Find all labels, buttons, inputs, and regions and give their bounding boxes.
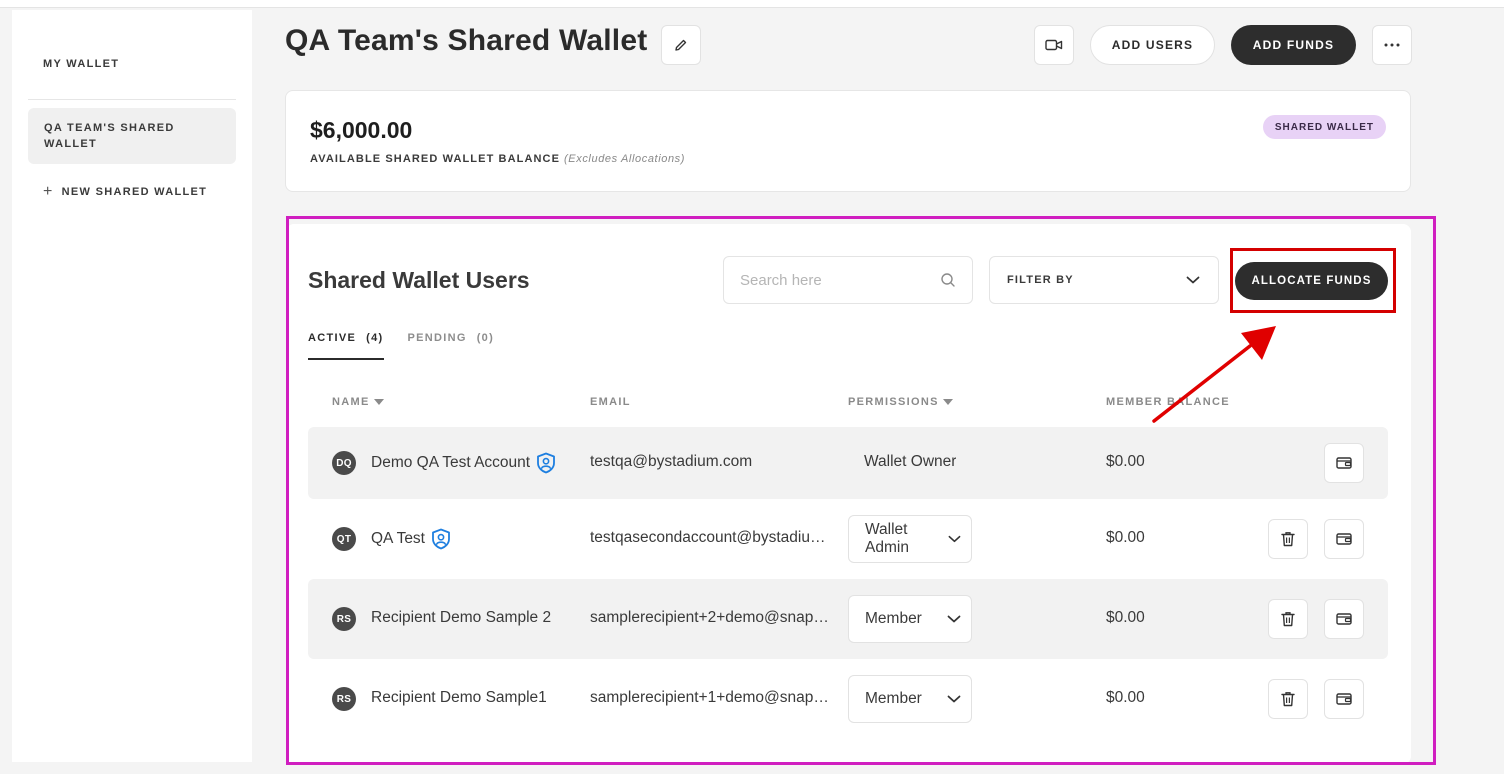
top-bar xyxy=(0,0,1504,8)
user-email: samplerecipient+2+demo@snappy.com xyxy=(590,609,835,626)
balance-label: AVAILABLE SHARED WALLET BALANCE (Excludes… xyxy=(310,153,685,165)
wallet-icon xyxy=(1336,457,1352,469)
user-email: samplerecipient+1+demo@snappy.com xyxy=(590,689,835,706)
column-header-permissions-label: PERMISSIONS xyxy=(848,396,939,408)
permission-select[interactable]: Wallet Admin xyxy=(848,515,972,563)
member-balance: $0.00 xyxy=(1106,529,1145,546)
wallet-action-button[interactable] xyxy=(1324,443,1364,483)
balance-card: $6,000.00 AVAILABLE SHARED WALLET BALANC… xyxy=(285,90,1411,192)
column-header-permissions[interactable]: PERMISSIONS xyxy=(848,396,953,408)
tab-active-count: (4) xyxy=(366,332,384,344)
permission-select[interactable]: Member xyxy=(848,595,972,643)
add-users-button[interactable]: ADD USERS xyxy=(1090,25,1215,65)
delete-user-button[interactable] xyxy=(1268,599,1308,639)
admin-shield-icon xyxy=(432,528,450,550)
user-name-text: QA Test xyxy=(371,530,425,547)
chevron-down-icon xyxy=(1186,276,1200,284)
column-header-email: EMAIL xyxy=(590,396,631,408)
sidebar-item-my-wallet[interactable]: MY WALLET xyxy=(43,56,251,72)
member-balance: $0.00 xyxy=(1106,689,1145,706)
user-name-text: Recipient Demo Sample 2 xyxy=(371,609,552,626)
shared-wallet-users-panel: Shared Wallet Users FILTER BY ALLOCATE F… xyxy=(286,224,1411,764)
admin-shield-icon xyxy=(537,452,556,474)
new-shared-wallet-label: NEW SHARED WALLET xyxy=(61,186,208,198)
sort-caret-icon xyxy=(942,399,953,405)
delete-user-button[interactable] xyxy=(1268,519,1308,559)
sidebar: MY WALLET QA TEAM'S SHARED WALLET + NEW … xyxy=(12,10,252,762)
user-email: testqa@bystadium.com xyxy=(590,453,753,470)
permission-value: Member xyxy=(865,690,922,707)
new-shared-wallet-button[interactable]: + NEW SHARED WALLET xyxy=(43,184,251,200)
search-icon xyxy=(941,273,955,287)
edit-title-button[interactable] xyxy=(661,25,701,65)
add-funds-button[interactable]: ADD FUNDS xyxy=(1231,25,1356,65)
balance-note: (Excludes Allocations) xyxy=(564,153,686,165)
user-name: QA Test xyxy=(371,528,451,550)
column-header-name-label: NAME xyxy=(332,396,370,408)
pencil-icon xyxy=(675,39,687,51)
tab-pending-count: (0) xyxy=(476,332,495,344)
tab-active-label: ACTIVE xyxy=(308,332,357,344)
sidebar-item-qa-team-wallet[interactable]: QA TEAM'S SHARED WALLET xyxy=(28,108,236,164)
user-name-text: Demo QA Test Account xyxy=(371,454,531,471)
member-balance: $0.00 xyxy=(1106,453,1145,470)
more-options-button[interactable] xyxy=(1372,25,1412,65)
wallet-icon xyxy=(1336,533,1352,545)
user-email: testqasecondaccount@bystadium.com xyxy=(590,529,835,546)
user-name: Demo QA Test Account xyxy=(371,452,556,474)
shared-wallet-badge: SHARED WALLET xyxy=(1262,115,1386,139)
more-icon xyxy=(1384,43,1400,47)
chevron-down-icon xyxy=(948,535,961,543)
table-row: QT QA Test testqasecondaccount@bystadium… xyxy=(308,503,1388,575)
user-status-tabs: ACTIVE (4) PENDING (0) xyxy=(308,332,494,360)
avatar: RS xyxy=(332,607,356,631)
tab-pending-label: PENDING xyxy=(407,332,467,344)
delete-user-button[interactable] xyxy=(1268,679,1308,719)
permission-value: Wallet Admin xyxy=(865,521,909,556)
tab-pending[interactable]: PENDING (0) xyxy=(408,332,495,360)
plus-icon: + xyxy=(43,183,54,200)
column-header-balance: MEMBER BALANCE xyxy=(1106,396,1230,408)
sidebar-divider xyxy=(28,99,236,100)
tab-active[interactable]: ACTIVE (4) xyxy=(308,332,384,360)
search-box[interactable] xyxy=(723,256,973,304)
balance-label-text: AVAILABLE SHARED WALLET BALANCE xyxy=(310,153,561,165)
filter-by-label: FILTER BY xyxy=(1007,274,1074,286)
trash-icon xyxy=(1281,612,1295,627)
user-name: Recipient Demo Sample 2 xyxy=(371,609,551,627)
chevron-down-icon xyxy=(947,695,961,703)
filter-by-dropdown[interactable]: FILTER BY xyxy=(989,256,1219,304)
table-row: RS Recipient Demo Sample1 samplerecipien… xyxy=(308,659,1388,739)
permission-select[interactable]: Member xyxy=(848,675,972,723)
table-row: RS Recipient Demo Sample 2 samplerecipie… xyxy=(308,579,1388,659)
page-title: QA Team's Shared Wallet xyxy=(285,24,648,57)
trash-icon xyxy=(1281,532,1295,547)
user-name: Recipient Demo Sample1 xyxy=(371,689,547,707)
table-row: DQ Demo QA Test Account testqa@bystadium… xyxy=(308,427,1388,499)
permission-value: Member xyxy=(865,610,922,627)
sort-caret-icon xyxy=(373,399,384,405)
wallet-action-button[interactable] xyxy=(1324,679,1364,719)
wallet-icon xyxy=(1336,613,1352,625)
video-icon xyxy=(1045,39,1063,51)
avatar: DQ xyxy=(332,451,356,475)
video-button[interactable] xyxy=(1034,25,1074,65)
allocate-funds-button[interactable]: ALLOCATE FUNDS xyxy=(1235,262,1388,300)
search-input[interactable] xyxy=(740,271,940,289)
balance-amount: $6,000.00 xyxy=(310,117,413,143)
column-header-email-label: EMAIL xyxy=(590,396,631,408)
trash-icon xyxy=(1281,692,1295,707)
member-balance: $0.00 xyxy=(1106,609,1145,626)
wallet-action-button[interactable] xyxy=(1324,599,1364,639)
avatar: RS xyxy=(332,687,356,711)
wallet-icon xyxy=(1336,693,1352,705)
chevron-down-icon xyxy=(947,615,961,623)
wallet-action-button[interactable] xyxy=(1324,519,1364,559)
users-section-title: Shared Wallet Users xyxy=(308,267,530,293)
avatar: QT xyxy=(332,527,356,551)
user-name-text: Recipient Demo Sample1 xyxy=(371,689,547,706)
user-permission: Wallet Owner xyxy=(864,453,957,470)
column-header-name[interactable]: NAME xyxy=(332,396,384,408)
column-header-balance-label: MEMBER BALANCE xyxy=(1106,396,1230,408)
